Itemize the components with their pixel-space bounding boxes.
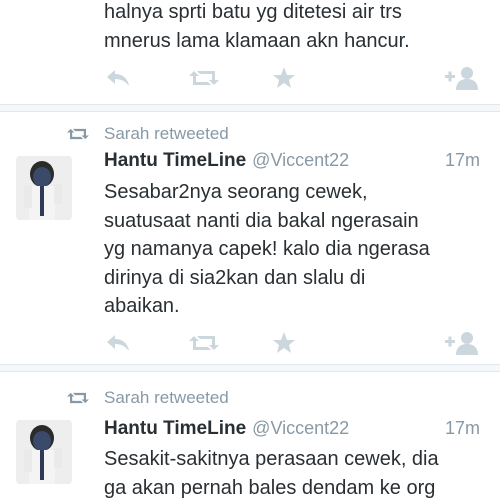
star-icon — [273, 332, 295, 353]
timestamp: 17m — [444, 150, 480, 170]
star-icon — [273, 67, 295, 88]
avatar-image — [16, 420, 72, 484]
tweet-text: Sesabar2nya seorang cewek, suatusaat nan… — [104, 181, 430, 317]
display-name[interactable]: Hantu TimeLine — [104, 150, 246, 172]
reply-button[interactable] — [100, 328, 136, 358]
display-name[interactable]: Hantu TimeLine — [104, 418, 246, 440]
follow-icon — [445, 67, 478, 90]
retweet-small-icon — [67, 392, 89, 404]
tweet-header: Hantu TimeLine @Viccent22 17m — [104, 150, 480, 176]
reply-icon — [107, 335, 129, 351]
avatar[interactable] — [16, 156, 72, 220]
follow-button[interactable] — [440, 328, 484, 358]
timestamp: 17m — [444, 418, 480, 438]
tweet-text: Sesakit-sakitnya perasaan cewek, dia ga … — [104, 448, 439, 499]
favorite-button[interactable] — [266, 328, 302, 358]
follow-button[interactable] — [440, 63, 484, 93]
tweet-separator — [0, 364, 500, 372]
tweet-actions — [0, 328, 500, 358]
retweeted-by: Sarah retweeted — [104, 124, 229, 143]
reply-button[interactable] — [100, 63, 136, 93]
retweet-small-icon — [67, 128, 89, 140]
retweet-button[interactable] — [184, 328, 224, 358]
tweet-2[interactable]: Sarah retweeted Hantu TimeLine @Viccent2… — [0, 372, 500, 500]
retweet-context: Sarah retweeted — [66, 122, 229, 146]
favorite-button[interactable] — [266, 63, 302, 93]
tweet-text: halnya sprti batu yg ditetesi air trs mn… — [104, 1, 410, 52]
tweet-separator — [0, 104, 500, 112]
reply-icon — [107, 70, 129, 86]
tweet-1[interactable]: Sarah retweeted Hantu TimeLine @Viccent2… — [0, 112, 500, 364]
retweet-icon — [189, 336, 219, 350]
avatar-image — [16, 156, 72, 220]
tweet-top[interactable]: halnya sprti batu yg ditetesi air trs mn… — [0, 0, 500, 108]
tweet-header: Hantu TimeLine @Viccent22 17m — [104, 418, 480, 444]
follow-icon — [445, 332, 478, 355]
tweet-actions — [0, 63, 500, 93]
avatar[interactable] — [16, 420, 72, 484]
handle[interactable]: @Viccent22 — [252, 418, 349, 439]
retweeted-by: Sarah retweeted — [104, 388, 229, 407]
handle[interactable]: @Viccent22 — [252, 150, 349, 171]
retweet-context: Sarah retweeted — [66, 386, 229, 410]
retweet-button[interactable] — [184, 63, 224, 93]
retweet-icon — [189, 71, 219, 85]
